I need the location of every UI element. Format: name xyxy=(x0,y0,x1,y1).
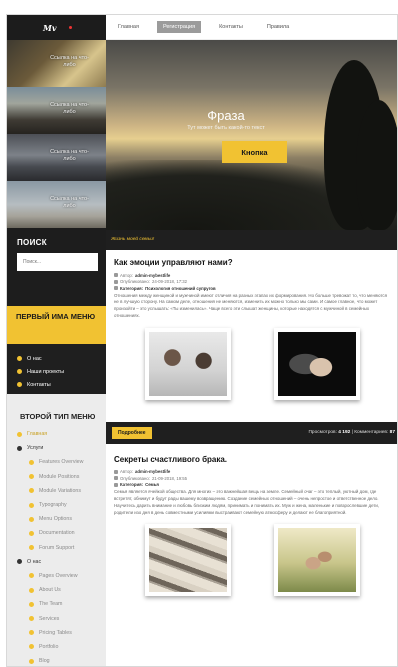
sidebar: Mv Ссылка на что-либо Ссылка на что-либо… xyxy=(7,15,106,666)
bullet-icon xyxy=(29,474,34,480)
sidebar-thumb[interactable]: Ссылка на что-либо xyxy=(7,40,106,87)
menu2-subitem[interactable]: Features Overview xyxy=(7,455,106,469)
menu1-item[interactable]: Наши проекты xyxy=(7,365,106,378)
article-photo[interactable] xyxy=(145,327,232,400)
site-logo[interactable]: Mv xyxy=(43,23,57,33)
hero-title: Фраза xyxy=(207,108,245,123)
hero-banner: Фраза Тут может быть какой-то текст Кноп… xyxy=(106,40,397,230)
menu2-subitem[interactable]: Blog xyxy=(7,654,106,666)
thumb-link[interactable]: Ссылка на что-либо xyxy=(47,149,92,163)
bullet-icon xyxy=(17,445,22,451)
article-photo[interactable] xyxy=(145,524,232,597)
menu2-subitem[interactable]: Menu Options xyxy=(7,512,106,526)
nav-item-contacts[interactable]: Контакты xyxy=(213,21,249,33)
quote-bar: Жизнь моей семьи! xyxy=(106,230,397,250)
bullet-icon xyxy=(29,573,34,579)
logo-dot-icon xyxy=(68,26,72,29)
menu2-title: ВТОРОЙ ТИП МЕНЮ xyxy=(20,412,96,421)
nav-item-register[interactable]: Регистрация xyxy=(156,21,202,33)
nav-item-rules[interactable]: Правила xyxy=(261,21,295,33)
bullet-icon xyxy=(29,459,34,465)
hero-subtitle: Тут может быть какой-то текст xyxy=(187,125,265,131)
article: Секреты счастливого брака. Автор: admin-m… xyxy=(106,444,397,597)
family-photo xyxy=(277,528,356,593)
couple-photo xyxy=(149,331,228,396)
bullet-icon xyxy=(29,587,34,593)
bullet-icon xyxy=(29,516,34,522)
bullet-icon xyxy=(17,356,22,361)
hero-button[interactable]: Кнопка xyxy=(222,141,287,163)
bullet-icon xyxy=(29,545,34,551)
top-nav: Главная Регистрация Контакты Правила xyxy=(106,15,397,40)
bullet-icon xyxy=(29,488,34,494)
menu1: О нас Наши проекты Контакты xyxy=(7,344,106,394)
article-photo[interactable] xyxy=(273,327,360,400)
menu2-subitem[interactable]: Forum Support xyxy=(7,541,106,555)
logo-bar: Mv xyxy=(7,15,106,40)
menu2: Главная Услуги Features Overview Module … xyxy=(7,427,106,666)
menu2-subitem[interactable]: Module Positions xyxy=(7,470,106,484)
photo-collage xyxy=(149,528,228,593)
bullet-icon xyxy=(17,559,22,565)
sidebar-thumb[interactable]: Ссылка на что-либо xyxy=(7,181,106,228)
bullet-icon xyxy=(29,644,34,650)
folder-icon xyxy=(114,482,118,487)
article-text: Семья является ячейкой общества. Для мно… xyxy=(114,489,380,515)
thumb-link[interactable]: Ссылка на что-либо xyxy=(47,196,92,210)
nav-item-home[interactable]: Главная xyxy=(112,21,145,33)
menu1-title: ПЕРВЫЙ ИМА МЕНЮ xyxy=(7,306,106,344)
menu2-item-services[interactable]: Услуги xyxy=(7,441,106,455)
menu2-subitem[interactable]: Pages Overview xyxy=(7,569,106,583)
menu2-subitem[interactable]: Documentation xyxy=(7,526,106,540)
menu2-subitem[interactable]: About Us xyxy=(7,583,106,597)
bullet-icon xyxy=(29,630,34,636)
menu2-item-home[interactable]: Главная xyxy=(7,427,106,441)
article-footer: Подробнее Просмотров: 4 192 | Комментари… xyxy=(106,421,397,444)
article-photo[interactable] xyxy=(273,524,360,597)
article-category: Категория: Семья xyxy=(114,482,391,489)
hero-tree xyxy=(356,100,397,230)
bullet-icon xyxy=(29,616,34,622)
bullet-icon xyxy=(29,658,34,664)
article-title[interactable]: Секреты счастливого брака. xyxy=(114,455,391,464)
search-input[interactable] xyxy=(17,253,98,271)
bullet-icon xyxy=(17,382,22,387)
menu2-subitem[interactable]: Portfolio xyxy=(7,640,106,654)
menu2-subitem[interactable]: Services xyxy=(7,611,106,625)
thumb-link[interactable]: Ссылка на что-либо xyxy=(47,55,92,69)
pencil-icon xyxy=(114,469,118,474)
menu2-item-about[interactable]: О нас xyxy=(7,555,106,569)
article-category: Категория: Психология отношений супругов xyxy=(114,285,391,292)
article-images xyxy=(114,524,391,597)
search-title: ПОИСК xyxy=(17,238,47,247)
article-images xyxy=(114,327,391,400)
menu2-subitem[interactable]: The Team xyxy=(7,597,106,611)
search-block: ПОИСК xyxy=(7,228,106,306)
menu1-item[interactable]: Контакты xyxy=(7,378,106,391)
article-text: Отношения между женщиной и мужчиной имею… xyxy=(114,292,387,318)
bullet-icon xyxy=(29,601,34,607)
menu2-subitem[interactable]: Pricing Tables xyxy=(7,626,106,640)
couple-photo xyxy=(277,331,356,396)
sidebar-thumb[interactable]: Ссылка на что-либо xyxy=(7,134,106,181)
article-title[interactable]: Как эмоции управляют нами? xyxy=(114,258,391,267)
article-stats: Просмотров: 4 192 | Комментариев: 87 xyxy=(308,430,395,436)
menu2-subitem[interactable]: Module Variations xyxy=(7,484,106,498)
main-content: Главная Регистрация Контакты Правила Фра… xyxy=(106,15,397,666)
menu1-item[interactable]: О нас xyxy=(7,352,106,365)
clock-icon xyxy=(114,279,118,284)
bullet-icon xyxy=(17,431,22,437)
thumb-link[interactable]: Ссылка на что-либо xyxy=(47,102,92,116)
pencil-icon xyxy=(114,273,118,278)
bullet-icon xyxy=(29,502,34,508)
bullet-icon xyxy=(29,530,34,536)
read-more-button[interactable]: Подробнее xyxy=(112,426,152,439)
clock-icon xyxy=(114,476,118,481)
page-frame: Mv Ссылка на что-либо Ссылка на что-либо… xyxy=(6,14,398,667)
article: Как эмоции управляют нами? Автор: admin-m… xyxy=(106,250,397,400)
menu2-subitem[interactable]: Typography xyxy=(7,498,106,512)
bullet-icon xyxy=(17,369,22,374)
folder-icon xyxy=(114,286,118,291)
sidebar-thumb[interactable]: Ссылка на что-либо xyxy=(7,87,106,134)
